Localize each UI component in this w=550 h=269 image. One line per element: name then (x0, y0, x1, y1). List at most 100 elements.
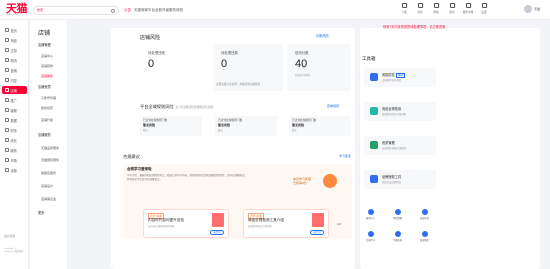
tool-card[interactable]: 商品合规检测 批量检测商品合规问题 (364, 102, 436, 121)
rule-box-status: 暂无风险 (218, 123, 231, 127)
risk-card-value: 0 (221, 58, 228, 70)
search-input[interactable]: 搜索 (33, 6, 119, 15)
shortcut-button[interactable]: 违规申诉 (417, 209, 432, 220)
nav-item-store[interactable]: 店铺 (2, 86, 27, 94)
top-download-button[interactable]: 下载 (398, 3, 410, 14)
nav-item-content[interactable]: 内容 (2, 76, 27, 84)
tool-name: 资质管理 (382, 141, 395, 145)
risk-card-credit[interactable]: 信用分数 40 分 信用分评估中 (287, 44, 351, 91)
subnav-item[interactable]: 店铺保证金 (41, 197, 56, 201)
avatar[interactable] (523, 5, 532, 13)
shortcut-button[interactable]: 风险提醒 (390, 209, 405, 220)
top-help-button[interactable]: 帮助 (430, 3, 442, 14)
more-label: 更多 (38, 211, 45, 215)
search-icon[interactable] (111, 9, 115, 13)
course-card[interactable]: 已学习0课 内容时代如何提升自检 从内容合规角度提升经营 去学习 (143, 209, 229, 238)
nav-item-logistics[interactable]: 物流 (2, 56, 27, 64)
shortcut-icon (367, 209, 374, 215)
diagnose-risk-link[interactable]: 诊断风险 (316, 33, 329, 38)
settings-icon (5, 168, 9, 172)
nav-item-service[interactable]: 客服 (2, 106, 27, 114)
nav-item-finance[interactable]: 财务 (2, 126, 27, 134)
tool-name: 商品合规检测 (382, 107, 402, 111)
view-rules-link[interactable]: 查看规则 (327, 104, 339, 108)
go-learn-button[interactable]: 去学习 (310, 230, 324, 235)
rule-box-status: 暂无风险 (292, 123, 305, 127)
rule-box[interactable]: 已达到处理规则门槛 暂无风险 暂无 (289, 116, 351, 136)
risk-card-sub: 信用分评估中 (295, 74, 311, 77)
top-message-button[interactable]: 消息 (414, 3, 426, 14)
shortcut-button[interactable]: 商家服务 (417, 231, 432, 242)
tool-card[interactable]: 风险防控 NEW 店铺风险实时监控 (364, 68, 436, 87)
top-icon-label: 服务市场 (462, 11, 474, 14)
nav-item-trade[interactable]: 交易 (2, 46, 27, 54)
subnav-item[interactable]: 店铺设计 (41, 184, 53, 188)
announcement[interactable]: 公告 天猫商家平台全新升级服务体验 (124, 8, 183, 12)
subnav-item-active[interactable]: 店铺体检 (41, 74, 53, 78)
top-icon-label: 建议 (449, 11, 455, 14)
subnav-item[interactable]: 天猫国际服务 (41, 158, 59, 162)
tool-card[interactable]: 品牌授权工具 快速完成品牌授权 (364, 170, 436, 189)
nav-item-services[interactable]: 服务 (2, 146, 27, 154)
message-icon (417, 3, 423, 8)
shortcut-icon (367, 231, 374, 237)
risk-card-violation[interactable]: 待处理违规 0 近期违规记录说明：查看近期违规情况 (213, 44, 283, 91)
top-settings-button[interactable]: 设置 (478, 3, 490, 14)
subnav-group-manage[interactable]: 店铺管理 (38, 42, 51, 47)
subnav-item[interactable]: 店铺装修 (41, 64, 53, 68)
tool-card[interactable]: 资质管理 店铺资质材料在线管理 (364, 136, 436, 155)
nav-item-marketing[interactable]: 营销 (2, 66, 27, 74)
nav-label: 设置 (10, 168, 17, 173)
subnav-item[interactable]: 子账号管理 (41, 96, 56, 100)
nav-item-promotion[interactable]: 推广 (2, 96, 27, 104)
announcement-tag: 公告 (124, 8, 131, 12)
risk-card-pending[interactable]: 待处理违规 0 (140, 44, 210, 91)
tool-name: 品牌授权工具 (382, 175, 402, 179)
nav-item-home[interactable]: 首页 (2, 26, 27, 34)
shortcut-button[interactable]: 专题指南 (390, 231, 405, 242)
rule-box[interactable]: 已达到处理规则门槛 暂无风险 暂无 (215, 116, 277, 136)
feedback-link[interactable]: 设计反馈 (4, 234, 15, 238)
subnav-more[interactable]: 更多 (38, 210, 44, 215)
download-icon (401, 3, 407, 8)
nav-item-data[interactable]: 数据 (2, 116, 27, 124)
rules-section-title: 平台全域规则风险 近7天违规风险及规则变化提醒 (140, 104, 213, 110)
rules-note: 近7天违规风险及规则变化提醒 (175, 105, 214, 109)
tool-name-text: 风险防控 (382, 73, 395, 77)
settings-icon (481, 3, 487, 8)
nav-label: 成长 (10, 138, 17, 143)
subnav-item[interactable]: 我的经营 (41, 106, 53, 110)
nav-item-growth[interactable]: 成长 (2, 136, 27, 144)
nav-item-goods[interactable]: 商品 (2, 36, 27, 44)
shortcut-button[interactable]: 规则中心 (363, 209, 378, 220)
learn-more-link[interactable]: 学习更多 (339, 154, 351, 158)
shield-icon (370, 73, 378, 81)
subnav-item[interactable]: 店铺中心 (41, 54, 53, 58)
rule-box-detail: 暂无 (292, 129, 297, 132)
nav-item-market[interactable]: 市场 (2, 156, 27, 164)
shortcut-button[interactable]: 合规学习 (363, 231, 378, 242)
subnav-title: 店铺 (38, 31, 51, 37)
user-menu[interactable]: 天猫 (523, 5, 540, 13)
top-market-button[interactable]: 服务市场 (462, 3, 474, 14)
pending-notice[interactable]: 你有7天内未完成的待处理事项，请立即查看 (383, 24, 445, 29)
course-card[interactable]: 已学习0课 商品合规检测工具介绍 高效检测商品合规风险 去学习 (243, 209, 329, 238)
reco-head: 合规学习营来啦 (127, 167, 152, 171)
risk-card-label: 待处理违规 (221, 51, 238, 55)
subnav-item[interactable]: 店铺升级 (41, 118, 53, 122)
top-feedback-button[interactable]: 建议 (446, 3, 458, 14)
nav-label: 物流 (10, 58, 17, 63)
go-learn-button[interactable]: 去学习 (210, 230, 224, 235)
rule-box[interactable]: 已达到处理规则门槛 暂无风险 暂无 (140, 116, 202, 136)
rule-box-detail: 暂无 (218, 129, 223, 132)
subnav-item[interactable]: 天猫品牌服务 (41, 146, 59, 150)
tmall-logo[interactable]: 天猫 (6, 4, 28, 15)
subnav-group-service[interactable]: 店铺服务 (38, 132, 51, 137)
subnav-group-qualification[interactable]: 店铺资质 (38, 84, 51, 89)
shortcut-label: 规则中心 (365, 218, 376, 220)
nav-item-settings[interactable]: 设置 (2, 166, 27, 174)
group-label: 店铺服务 (38, 133, 51, 137)
market-icon (465, 3, 471, 8)
truck-icon (5, 58, 9, 62)
subnav-item[interactable]: 旗舰店服务 (41, 171, 56, 175)
